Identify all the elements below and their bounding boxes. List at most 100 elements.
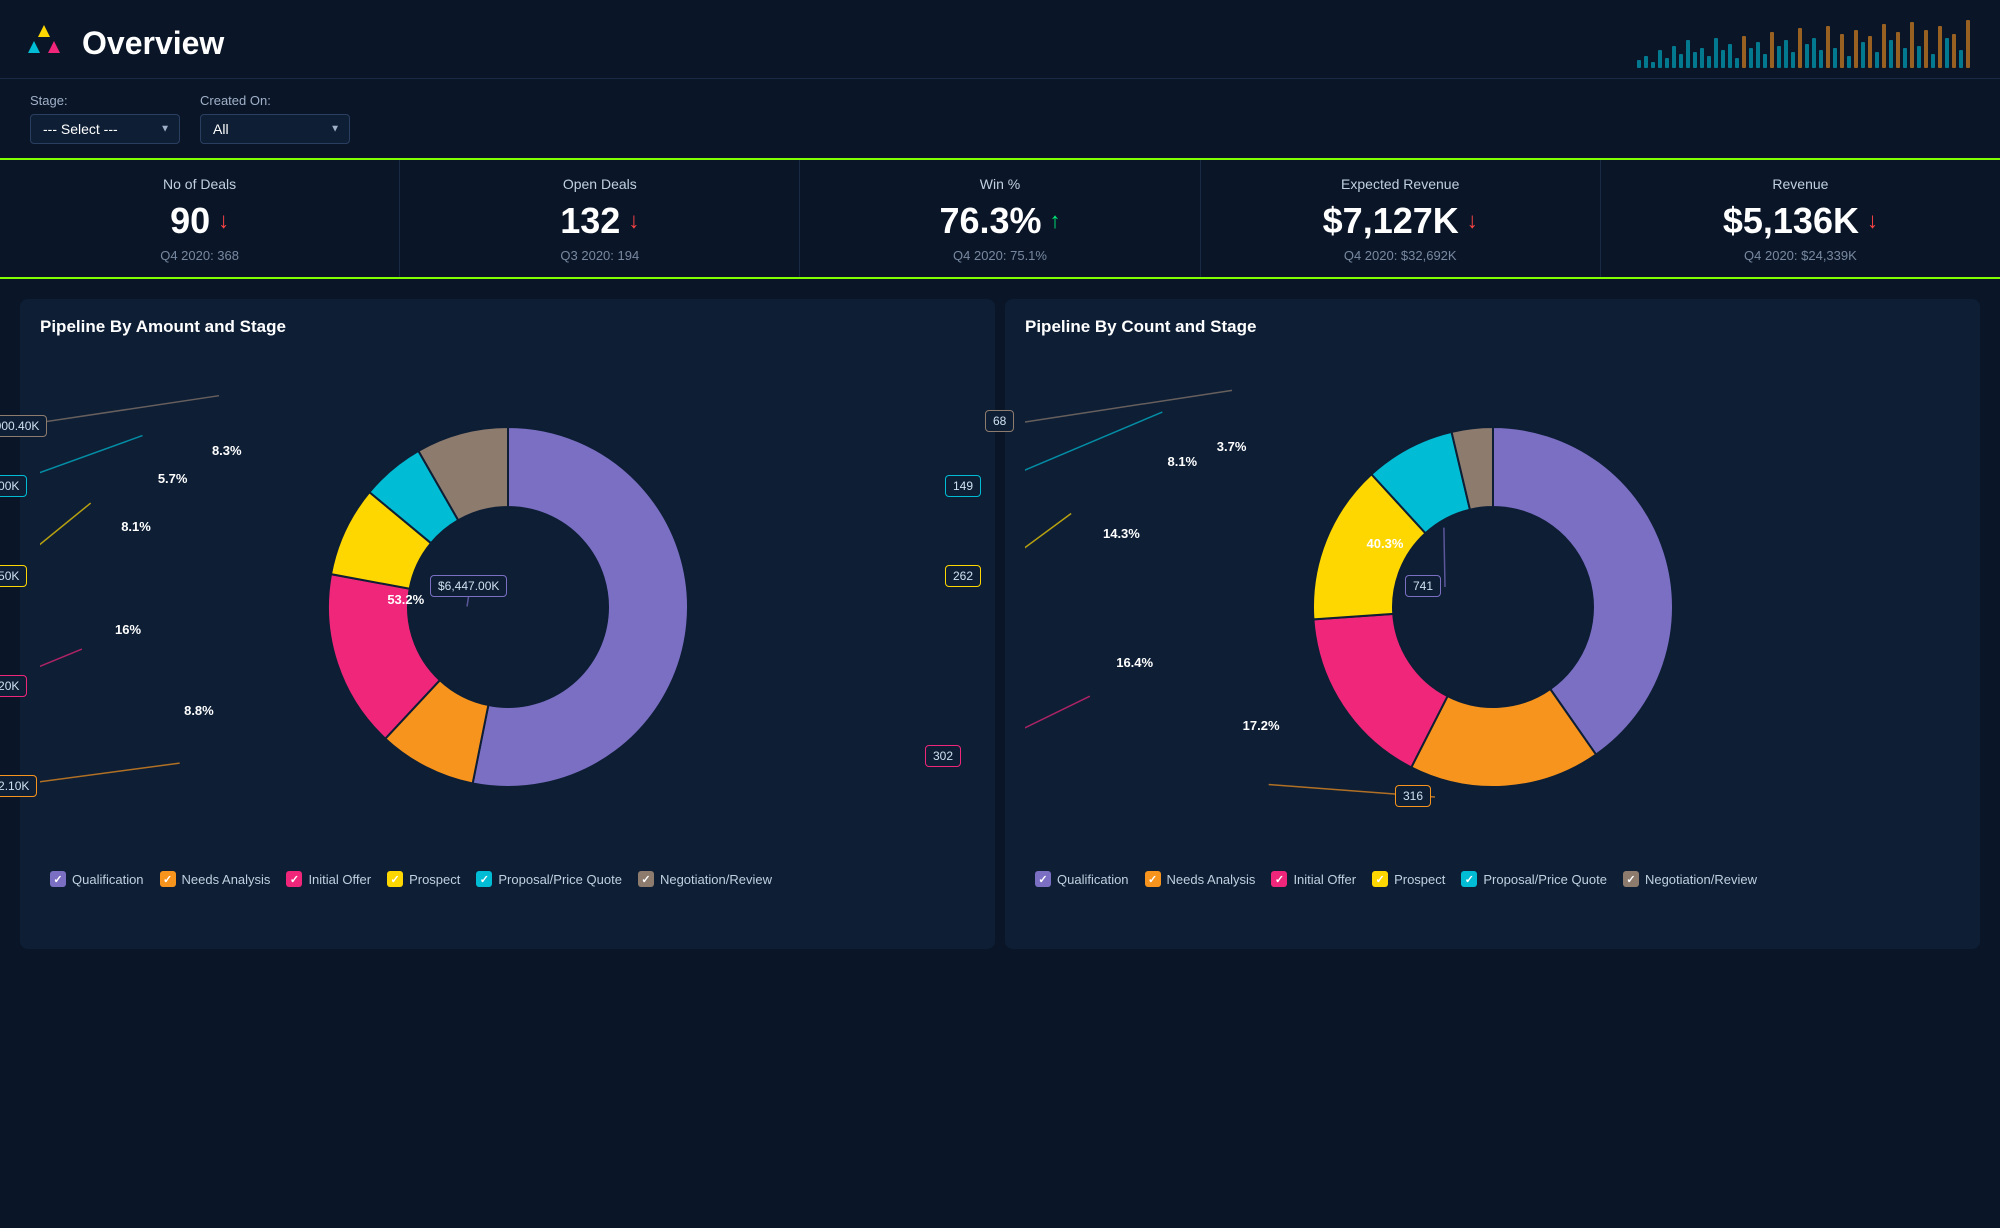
legend-item[interactable]: ✓ Prospect (1372, 871, 1445, 887)
pipeline-count-chart: 40.3%17.2%16.4%14.3%8.1%3.7%741316302262… (1025, 347, 1960, 867)
sparkline-bar (1966, 20, 1970, 68)
sparkline-bar (1700, 48, 1704, 68)
sparkline-bar (1742, 36, 1746, 68)
segment-pct-label: 8.1% (1167, 454, 1197, 469)
stage-select-wrapper[interactable]: --- Select --- (30, 114, 180, 144)
sparkline-bar (1721, 50, 1725, 68)
sparkline-bar (1910, 22, 1914, 68)
legend-color-check: ✓ (476, 871, 492, 887)
legend-color-check: ✓ (638, 871, 654, 887)
sparkline-bar (1658, 50, 1662, 68)
sparkline-bar (1749, 48, 1753, 68)
sparkline-bar (1672, 46, 1676, 68)
callout-value-label: $1,000.40K (0, 415, 47, 437)
created-on-select[interactable]: All (200, 114, 350, 144)
metric-label: No of Deals (20, 176, 379, 192)
sparkline-bar (1707, 56, 1711, 68)
legend-item[interactable]: ✓ Qualification (50, 871, 144, 887)
trend-up-icon: ↑ (1050, 208, 1061, 234)
segment-pct-label: 14.3% (1103, 526, 1140, 541)
pipeline-amount-legend: ✓ Qualification ✓ Needs Analysis ✓ Initi… (40, 871, 975, 887)
sparkline-bar (1847, 56, 1851, 68)
metric-value: $7,127K ↓ (1221, 200, 1580, 242)
sparkline-bar (1854, 30, 1858, 68)
metric-value: 76.3% ↑ (820, 200, 1179, 242)
legend-color-check: ✓ (1461, 871, 1477, 887)
created-on-filter-group: Created On: All (200, 93, 350, 144)
legend-item[interactable]: ✓ Initial Offer (286, 871, 371, 887)
sparkline-bar (1798, 28, 1802, 68)
sparkline-bar (1756, 42, 1760, 68)
sparkline-bar (1714, 38, 1718, 68)
metric-value: 90 ↓ (20, 200, 379, 242)
metric-number: $7,127K (1323, 200, 1459, 242)
sparkline-bar (1812, 38, 1816, 68)
legend-item[interactable]: ✓ Proposal/Price Quote (1461, 871, 1607, 887)
legend-label: Needs Analysis (182, 872, 271, 887)
sparkline-bar (1637, 60, 1641, 68)
sparkline-bar (1931, 54, 1935, 68)
legend-color-check: ✓ (387, 871, 403, 887)
sparkline-bar (1959, 50, 1963, 68)
sparkline-bar (1791, 52, 1795, 68)
page-title: Overview (82, 25, 224, 62)
metric-label: Open Deals (420, 176, 779, 192)
metric-sub: Q4 2020: $24,339K (1621, 248, 1980, 263)
legend-item[interactable]: ✓ Proposal/Price Quote (476, 871, 622, 887)
sparkline-bar (1903, 48, 1907, 68)
metric-card-win-%: Win % 76.3% ↑ Q4 2020: 75.1% (800, 160, 1200, 277)
legend-color-check: ✓ (1372, 871, 1388, 887)
legend-color-check: ✓ (50, 871, 66, 887)
metric-sub: Q4 2020: $32,692K (1221, 248, 1580, 263)
sparkline-bar (1840, 34, 1844, 68)
sparkline-bar (1882, 24, 1886, 68)
sparkline-bar (1861, 42, 1865, 68)
sparkline-bar (1784, 40, 1788, 68)
legend-item[interactable]: ✓ Prospect (387, 871, 460, 887)
legend-item[interactable]: ✓ Negotiation/Review (1623, 871, 1757, 887)
legend-color-check: ✓ (1145, 871, 1161, 887)
pipeline-count-panel: Pipeline By Count and Stage 40.3%17.2%16… (1005, 299, 1980, 949)
stage-filter-group: Stage: --- Select --- (30, 93, 180, 144)
donut-chart-svg (278, 367, 738, 847)
metric-card-expected-revenue: Expected Revenue $7,127K ↓ Q4 2020: $32,… (1201, 160, 1601, 277)
legend-item[interactable]: ✓ Needs Analysis (1145, 871, 1256, 887)
sparkline-bar (1651, 62, 1655, 68)
segment-pct-label: 16.4% (1116, 655, 1153, 670)
sparkline-bar (1889, 40, 1893, 68)
trend-down-icon: ↓ (218, 208, 229, 234)
stage-select[interactable]: --- Select --- (30, 114, 180, 144)
legend-color-check: ✓ (160, 871, 176, 887)
segment-pct-label: 8.1% (121, 519, 151, 534)
sparkline-bar (1777, 46, 1781, 68)
legend-label: Initial Offer (308, 872, 371, 887)
metric-label: Expected Revenue (1221, 176, 1580, 192)
header-left: Overview (20, 19, 224, 67)
created-on-select-wrapper[interactable]: All (200, 114, 350, 144)
metric-number: $5,136K (1723, 200, 1859, 242)
sparkline-bar (1868, 36, 1872, 68)
sparkline-bar (1686, 40, 1690, 68)
legend-item[interactable]: ✓ Needs Analysis (160, 871, 271, 887)
legend-color-check: ✓ (1623, 871, 1639, 887)
sparkline-bar (1728, 44, 1732, 68)
sparkline-bar (1924, 30, 1928, 68)
sparkline-bar (1938, 26, 1942, 68)
pipeline-amount-panel: Pipeline By Amount and Stage 53.2%8.8%16… (20, 299, 995, 949)
trend-down-icon: ↓ (1867, 208, 1878, 234)
callout-value-label: $1,935.20K (0, 675, 27, 697)
legend-item[interactable]: ✓ Initial Offer (1271, 871, 1356, 887)
legend-color-check: ✓ (1035, 871, 1051, 887)
sparkline-bar (1917, 46, 1921, 68)
metric-sub: Q4 2020: 75.1% (820, 248, 1179, 263)
pipeline-amount-title: Pipeline By Amount and Stage (40, 317, 975, 337)
sparkline-bar (1875, 52, 1879, 68)
sparkline-bar (1952, 34, 1956, 68)
legend-item[interactable]: ✓ Qualification (1035, 871, 1129, 887)
legend-label: Initial Offer (1293, 872, 1356, 887)
segment-pct-label: 16% (115, 622, 141, 637)
legend-item[interactable]: ✓ Negotiation/Review (638, 871, 772, 887)
sparkline-bar (1833, 48, 1837, 68)
metric-label: Win % (820, 176, 1179, 192)
legend-label: Qualification (72, 872, 144, 887)
